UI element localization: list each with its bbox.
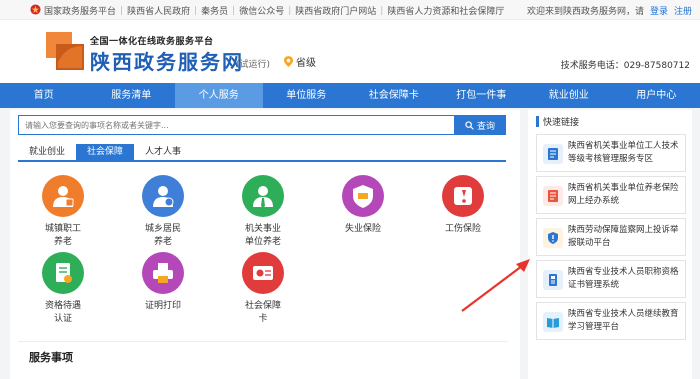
top-links: 国家政务服务平台 | 陕西省人民政府 | 秦务员 | 微信公众号 | 陕西省政府门户网站…: [44, 4, 504, 18]
main-nav: 首页 服务清单 个人服务 单位服务 社会保障卡 打包一件事 就业创业 用户中心: [0, 83, 700, 108]
top-link[interactable]: 陕西省人力资源和社会保障厅: [387, 4, 504, 17]
nav-service-list[interactable]: 服务清单: [88, 83, 176, 108]
register-link[interactable]: 注册: [674, 7, 692, 17]
service-label: 工伤保险: [444, 224, 481, 234]
main-panel: 查询 就业创业 社会保障 人才人事 城镇职工 养老 城乡居民 养老 机关事业 单…: [10, 110, 520, 379]
search-button[interactable]: 查询: [454, 115, 506, 135]
service-label: 城乡居民 养老: [144, 224, 181, 247]
service-label: 证明打印: [144, 301, 181, 311]
person-icon: [42, 175, 84, 217]
service-injury-insurance[interactable]: 工伤保险: [418, 175, 508, 236]
separator: |: [232, 5, 236, 16]
quick-link-text: 陕西省专业技术人员职称资格证书管理系统: [568, 267, 679, 290]
location-label: 省级: [296, 58, 316, 69]
location-selector[interactable]: 省级: [284, 54, 316, 69]
service-rural-pension[interactable]: 城乡居民 养老: [118, 175, 208, 249]
book-icon: [543, 312, 563, 332]
nav-personal-service[interactable]: 个人服务: [175, 83, 263, 108]
search-box: 查询: [18, 115, 506, 135]
nav-employment[interactable]: 就业创业: [525, 83, 613, 108]
quick-link-item[interactable]: 陕西省专业技术人员职称资格证书管理系统: [536, 260, 686, 298]
document-icon: [543, 144, 563, 164]
nav-one-thing[interactable]: 打包一件事: [438, 83, 526, 108]
section-title: 服务事项: [29, 351, 73, 364]
service-urban-pension[interactable]: 城镇职工 养老: [18, 175, 108, 249]
top-link[interactable]: 微信公众号: [239, 4, 284, 17]
document-icon: [543, 186, 563, 206]
location-pin-icon: [284, 56, 293, 67]
separator: |: [288, 5, 292, 16]
separator: |: [194, 5, 198, 16]
nav-user-center[interactable]: 用户中心: [613, 83, 700, 108]
quick-link-text: 陕西省机关事业单位工人技术等级考核管理服务专区: [568, 141, 679, 164]
top-link[interactable]: 国家政务服务平台: [44, 4, 116, 17]
quick-link-item[interactable]: 陕西劳动保障监察网上投诉举报联动平台: [536, 218, 686, 256]
site-logo[interactable]: [46, 32, 86, 72]
service-label: 社会保障 卡: [244, 301, 281, 324]
tab-talent[interactable]: 人才人事: [134, 144, 192, 160]
category-tabs: 就业创业 社会保障 人才人事: [18, 144, 506, 162]
annotation-arrow: [461, 259, 530, 312]
shield-icon: [543, 228, 563, 248]
tab-social-security[interactable]: 社会保障: [76, 144, 134, 160]
login-link[interactable]: 登录: [650, 7, 668, 17]
divider: [18, 341, 508, 342]
nav-home[interactable]: 首页: [0, 83, 88, 108]
quick-links-title: 快速链接: [543, 118, 580, 128]
service-unemployment-insurance[interactable]: 失业保险: [318, 175, 408, 236]
quick-link-item[interactable]: 陕西省机关事业单位工人技术等级考核管理服务专区: [536, 134, 686, 172]
top-bar: 国家政务服务平台 | 陕西省人民政府 | 秦务员 | 微信公众号 | 陕西省政府门户网站…: [0, 0, 700, 20]
quick-link-item[interactable]: 陕西省专业技术人员继续教育学习管理平台: [536, 302, 686, 340]
nav-social-security-card[interactable]: 社会保障卡: [350, 83, 438, 108]
quick-links-header: 快速链接: [536, 115, 579, 128]
quick-link-text: 陕西劳动保障监察网上投诉举报联动平台: [568, 225, 679, 248]
separator: |: [120, 5, 124, 16]
person-icon: [142, 175, 184, 217]
separator: |: [380, 5, 384, 16]
tab-employment[interactable]: 就业创业: [18, 144, 76, 160]
header-bar: [536, 116, 539, 127]
printer-icon: [142, 252, 184, 294]
quick-link-item[interactable]: 陕西省机关事业单位养老保险网上经办系统: [536, 176, 686, 214]
service-institution-pension[interactable]: 机关事业 单位养老: [218, 175, 308, 249]
service-label: 失业保险: [344, 224, 381, 234]
search-icon: [465, 120, 474, 130]
service-label: 资格待遇 认证: [44, 301, 81, 324]
person-icon: [242, 175, 284, 217]
welcome-text: 欢迎来到陕西政务服务网，请: [526, 7, 644, 17]
service-label: 城镇职工 养老: [44, 224, 81, 247]
injury-icon: [442, 175, 484, 217]
search-input[interactable]: [19, 116, 459, 134]
hotline: 技术服务电话：029-87580712: [560, 61, 690, 71]
site-title: 陕西政务服务网: [90, 50, 244, 74]
service-certificate-print[interactable]: 证明打印: [118, 252, 208, 313]
user-links: 欢迎来到陕西政务服务网，请 登录 注册: [527, 4, 692, 17]
certificate-icon: [543, 270, 563, 290]
site-header: 全国一体化在线政务服务平台 陕西政务服务网 (试运行) 省级 技术服务电话：02…: [0, 20, 700, 83]
top-link[interactable]: 陕西省人民政府: [127, 4, 190, 17]
quick-link-text: 陕西省专业技术人员继续教育学习管理平台: [568, 309, 679, 332]
service-qualification-certification[interactable]: 资格待遇 认证: [18, 252, 108, 326]
document-check-icon: [42, 252, 84, 294]
nav-unit-service[interactable]: 单位服务: [263, 83, 351, 108]
quick-link-text: 陕西省机关事业单位养老保险网上经办系统: [568, 183, 679, 206]
quick-links-panel: 快速链接 陕西省机关事业单位工人技术等级考核管理服务专区 陕西省机关事业单位养老…: [528, 110, 692, 379]
shield-icon: [342, 175, 384, 217]
top-link[interactable]: 陕西省政府门户网站: [295, 4, 376, 17]
national-emblem-icon: [30, 4, 41, 15]
service-social-security-card[interactable]: 社会保障 卡: [218, 252, 308, 326]
trial-label: (试运行): [236, 60, 271, 70]
top-link[interactable]: 秦务员: [201, 4, 228, 17]
search-button-label: 查询: [476, 121, 495, 132]
service-label: 机关事业 单位养老: [244, 224, 281, 247]
card-icon: [242, 252, 284, 294]
